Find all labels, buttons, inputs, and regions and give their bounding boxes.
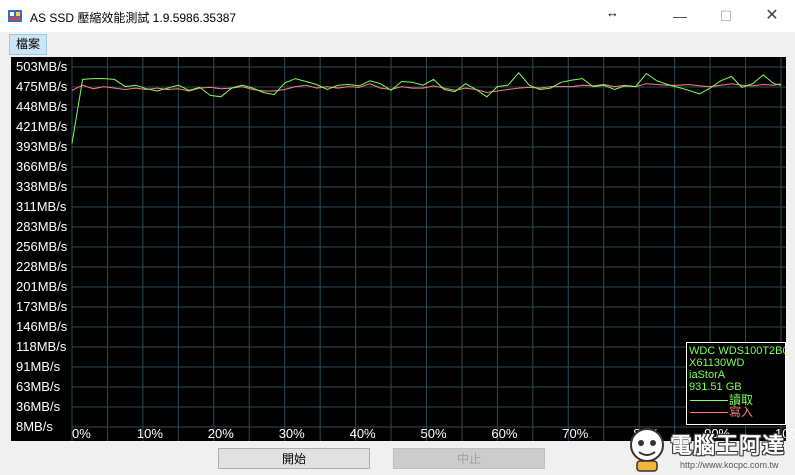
x-tick-label: 70% [562, 426, 589, 441]
y-tick-label: 338MB/s [16, 179, 68, 195]
throughput-chart: 503MB/s 475MB/s 448MB/s 421MB/s 393MB/s 366MB… [11, 57, 795, 441]
x-tick-label: 60% [491, 426, 518, 441]
y-tick-label: 283MB/s [16, 219, 68, 235]
y-tick-label: 421MB/s [16, 119, 68, 135]
y-tick-label: 8MB/s [16, 419, 53, 435]
y-tick-label: 448MB/s [16, 99, 68, 115]
y-tick-label: 201MB/s [16, 279, 68, 295]
x-tick-label: 50% [420, 426, 447, 441]
x-tick-label: 30% [278, 426, 305, 441]
y-tick-label: 475MB/s [16, 79, 68, 95]
legend-write-swatch [690, 412, 728, 413]
x-tick-label: 20% [207, 426, 234, 441]
menu-item-file[interactable]: 檔案 [9, 34, 48, 55]
y-tick-label: 63MB/s [16, 379, 61, 395]
title-bar: AS SSD 壓縮效能測試 1.9.5986.35387 ↔ — ☐ ✕ [0, 0, 795, 32]
drive-driver: iaStorA [689, 369, 726, 381]
y-tick-label: 311MB/s [16, 199, 67, 215]
watermark-url: http://www.kocpc.com.tw [680, 460, 779, 470]
watermark: 電腦王阿達 http://www.kocpc.com.tw [622, 424, 794, 474]
y-tick-label: 118MB/s [16, 339, 67, 355]
drive-info-box: WDC WDS100T2B0 X61130WD iaStorA 931.51 G… [686, 342, 786, 425]
y-tick-label: 503MB/s [16, 59, 68, 75]
legend-read-swatch [690, 400, 728, 401]
drive-model: WDC WDS100T2B0 [689, 345, 786, 357]
maximize-button[interactable]: ☐ [703, 0, 749, 32]
stop-button[interactable]: 中止 [393, 448, 545, 469]
y-tick-label: 36MB/s [16, 399, 61, 415]
x-tick-label: 40% [349, 426, 376, 441]
y-tick-label: 146MB/s [16, 319, 68, 335]
start-button[interactable]: 開始 [218, 448, 370, 469]
y-tick-label: 173MB/s [16, 299, 68, 315]
y-tick-label: 366MB/s [16, 159, 68, 175]
app-icon [8, 10, 22, 22]
resize-cursor-icon: ↔ [606, 5, 619, 20]
y-tick-label: 393MB/s [16, 139, 68, 155]
close-button[interactable]: ✕ [749, 0, 795, 32]
chart-canvas [71, 57, 786, 441]
watermark-text: 電腦王阿達 [670, 433, 786, 458]
y-tick-label: 91MB/s [16, 359, 61, 375]
y-tick-label: 256MB/s [16, 239, 68, 255]
menu-bar: 檔案 [0, 32, 795, 56]
x-tick-label: 10% [136, 426, 163, 441]
drive-capacity: 931.51 GB [689, 381, 742, 393]
drive-firmware: X61130WD [689, 357, 745, 369]
window-title: AS SSD 壓縮效能測試 1.9.5986.35387 [30, 11, 237, 25]
legend-write-label: 寫入 [729, 405, 754, 419]
x-tick-label: 0% [72, 426, 91, 441]
watermark-mascot-icon [630, 428, 664, 472]
minimize-button[interactable]: — [657, 0, 703, 32]
y-tick-label: 228MB/s [16, 259, 68, 275]
